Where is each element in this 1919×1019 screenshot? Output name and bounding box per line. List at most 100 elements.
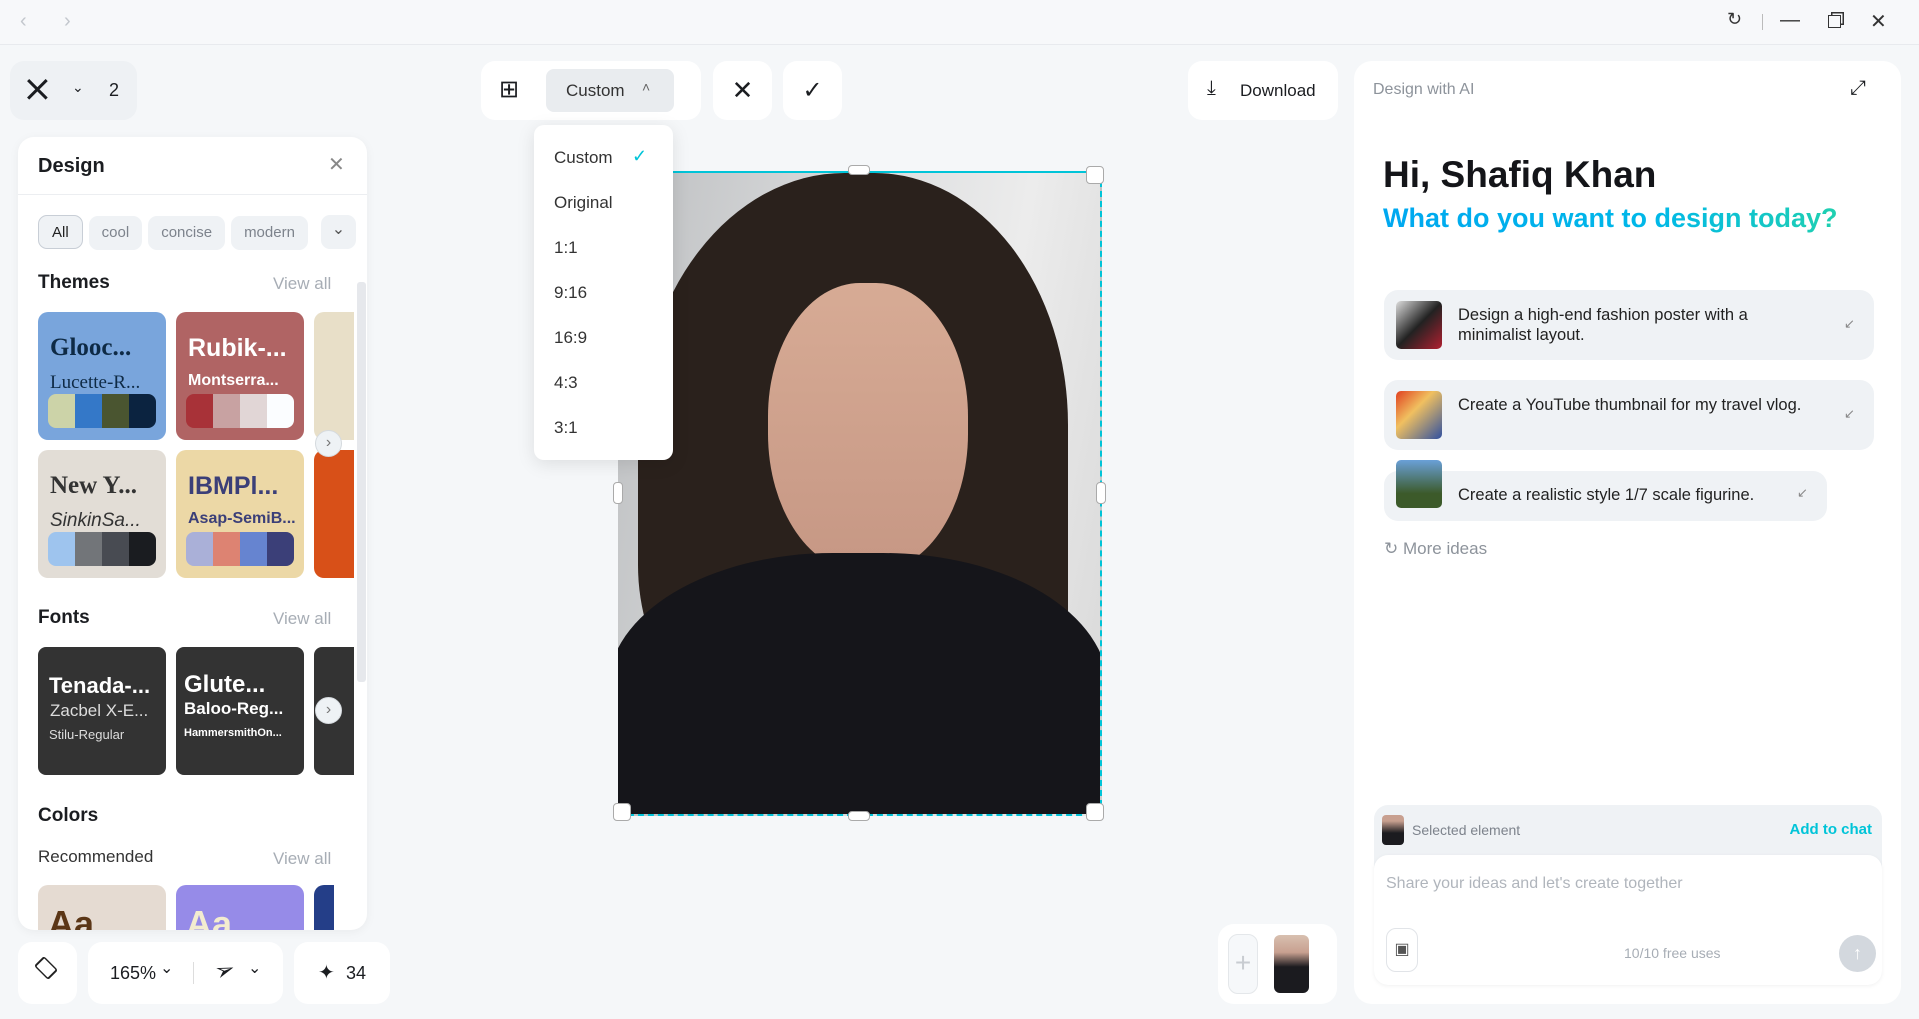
colors-view-all[interactable]: View all bbox=[273, 849, 331, 869]
crop-handle[interactable] bbox=[848, 165, 870, 175]
close-panel-icon[interactable]: ✕ bbox=[328, 152, 345, 177]
ai-credits[interactable]: ✦ 34 bbox=[294, 942, 390, 1004]
theme-tile[interactable] bbox=[314, 450, 354, 578]
design-panel: Design ✕ All cool concise modern ⌄ Themes V… bbox=[18, 137, 367, 930]
back-icon[interactable]: ‹ bbox=[20, 10, 27, 33]
themes-title: Themes bbox=[38, 272, 110, 293]
apply-crop-button[interactable]: ✓ bbox=[783, 61, 842, 120]
download-label: Download bbox=[1240, 81, 1316, 100]
add-image-button[interactable]: ▣ bbox=[1386, 928, 1418, 972]
send-button[interactable]: ↑ bbox=[1839, 935, 1876, 972]
font-body: Stilu-Regular bbox=[49, 727, 125, 742]
crop-handle[interactable] bbox=[1096, 482, 1106, 504]
page-thumbnail[interactable] bbox=[1274, 935, 1309, 993]
swatch bbox=[186, 394, 213, 428]
font-heading: Tenada-... bbox=[49, 673, 151, 698]
restore-icon[interactable] bbox=[1828, 15, 1841, 28]
zoom-level[interactable]: 165% bbox=[110, 963, 156, 984]
ratio-option-original[interactable]: Original bbox=[554, 193, 613, 213]
pointer-icon[interactable]: ➢ bbox=[211, 953, 240, 987]
forward-icon[interactable]: › bbox=[64, 10, 71, 33]
face bbox=[768, 283, 968, 573]
crop-handle[interactable] bbox=[1086, 803, 1104, 821]
color-swatches bbox=[48, 394, 156, 428]
download-button[interactable]: ⤓ Download bbox=[1188, 61, 1338, 120]
ratio-option-custom[interactable]: Custom bbox=[554, 148, 613, 168]
chat-input[interactable]: Share your ideas and let's create togeth… bbox=[1374, 855, 1882, 985]
crop-handle[interactable] bbox=[613, 803, 631, 821]
page-count: 2 bbox=[109, 80, 120, 100]
filter-concise[interactable]: concise bbox=[148, 216, 226, 250]
chat-input-placeholder: Share your ideas and let's create togeth… bbox=[1386, 875, 1683, 892]
cancel-crop-button[interactable]: ✕ bbox=[713, 61, 772, 120]
suggestion-card[interactable]: Create a YouTube thumbnail for my travel… bbox=[1384, 380, 1874, 450]
fonts-view-all[interactable]: View all bbox=[273, 609, 331, 629]
theme-tile[interactable]: Glooc... Lucette-R... bbox=[38, 312, 166, 440]
add-page-button[interactable]: + bbox=[1228, 934, 1258, 994]
ratio-menu: Custom ✓ Original 1:1 9:16 16:9 4:3 3:1 bbox=[534, 125, 673, 460]
fonts-title: Fonts bbox=[38, 607, 90, 628]
theme-tile[interactable]: Rubik-... Montserra... bbox=[176, 312, 304, 440]
chevron-down-icon[interactable]: ⌄ bbox=[160, 958, 173, 978]
chat-composer: Selected element Add to chat Share your … bbox=[1374, 805, 1882, 985]
suggestion-thumbnail bbox=[1396, 391, 1442, 439]
color-tile[interactable]: Aa bbox=[38, 885, 166, 930]
scrollbar[interactable] bbox=[357, 282, 366, 682]
add-to-chat-button[interactable]: Add to chat bbox=[1790, 821, 1873, 838]
theme-tile[interactable]: IBMPl... Asap-SemiB... bbox=[176, 450, 304, 578]
color-swatches bbox=[186, 532, 294, 566]
suggestion-text: Create a YouTube thumbnail for my travel… bbox=[1458, 396, 1802, 414]
refresh-icon: ↻ bbox=[1384, 539, 1399, 558]
refresh-icon[interactable]: ↻ bbox=[1727, 9, 1742, 30]
crop-icon[interactable]: ⊞ bbox=[499, 75, 519, 104]
chevron-down-icon[interactable]: ⌄ bbox=[248, 958, 261, 978]
more-ideas-button[interactable]: ↻ More ideas bbox=[1384, 539, 1487, 559]
theme-tile[interactable]: New Y... SinkinSa... bbox=[38, 450, 166, 578]
ratio-option-1-1[interactable]: 1:1 bbox=[554, 238, 578, 258]
swatch bbox=[267, 532, 294, 566]
theme-heading: Glooc... bbox=[50, 334, 132, 361]
more-filters-chevron-icon[interactable]: ⌄ bbox=[321, 215, 356, 249]
suggestion-card[interactable]: Design a high-end fashion poster with a … bbox=[1384, 290, 1874, 360]
crop-handle[interactable] bbox=[848, 811, 870, 821]
filter-all[interactable]: All bbox=[38, 215, 83, 249]
color-sample: Aa bbox=[48, 903, 95, 930]
font-sub: Baloo-Reg... bbox=[184, 699, 284, 718]
theme-subheading: SinkinSa... bbox=[50, 510, 141, 531]
fonts-grid: Tenada-... Zacbel X-E... Stilu-Regular G… bbox=[38, 647, 354, 777]
theme-tile[interactable] bbox=[314, 312, 354, 440]
layers-button[interactable] bbox=[18, 942, 77, 1004]
suggestion-card[interactable]: Create a realistic style 1/7 scale figur… bbox=[1384, 460, 1827, 521]
project-menu[interactable]: ⨉ ⌄ 2 bbox=[10, 61, 137, 120]
themes-next-icon[interactable]: › bbox=[315, 430, 342, 457]
layers-icon bbox=[33, 955, 59, 981]
filter-modern[interactable]: modern bbox=[231, 216, 308, 250]
canvas-image[interactable] bbox=[618, 171, 1102, 816]
theme-subheading: Montserra... bbox=[188, 372, 279, 389]
credit-count: 34 bbox=[346, 963, 367, 983]
collapse-icon[interactable]: ⤢ bbox=[1850, 77, 1866, 100]
crop-handle[interactable] bbox=[613, 482, 623, 504]
font-tile[interactable]: Glute... Baloo-Reg... HammersmithOn... bbox=[176, 647, 304, 775]
swatch bbox=[102, 394, 129, 428]
close-icon[interactable]: ✕ bbox=[1870, 9, 1887, 34]
insert-arrow-icon: ↙ bbox=[1844, 316, 1855, 331]
color-tile[interactable] bbox=[314, 885, 334, 930]
ratio-option-4-3[interactable]: 4:3 bbox=[554, 373, 578, 393]
minimize-icon[interactable]: — bbox=[1780, 9, 1800, 32]
filter-cool[interactable]: cool bbox=[88, 216, 143, 250]
theme-heading: IBMPl... bbox=[188, 472, 279, 500]
suggestion-thumbnail bbox=[1396, 301, 1442, 349]
chevron-down-icon[interactable]: ⌄ bbox=[72, 79, 84, 96]
font-tile[interactable]: Tenada-... Zacbel X-E... Stilu-Regular bbox=[38, 647, 166, 775]
fonts-next-icon[interactable]: › bbox=[315, 697, 342, 724]
ratio-dropdown[interactable]: Custom ˄ bbox=[546, 69, 674, 112]
page-strip: + bbox=[1218, 924, 1337, 1004]
ratio-option-3-1[interactable]: 3:1 bbox=[554, 418, 578, 438]
title-bar: ‹ › ↻ — ✕ bbox=[0, 0, 1919, 45]
ratio-option-9-16[interactable]: 9:16 bbox=[554, 283, 587, 303]
crop-handle[interactable] bbox=[1086, 166, 1104, 184]
color-tile[interactable]: Aa bbox=[176, 885, 304, 930]
themes-view-all[interactable]: View all bbox=[273, 274, 331, 294]
ratio-option-16-9[interactable]: 16:9 bbox=[554, 328, 587, 348]
